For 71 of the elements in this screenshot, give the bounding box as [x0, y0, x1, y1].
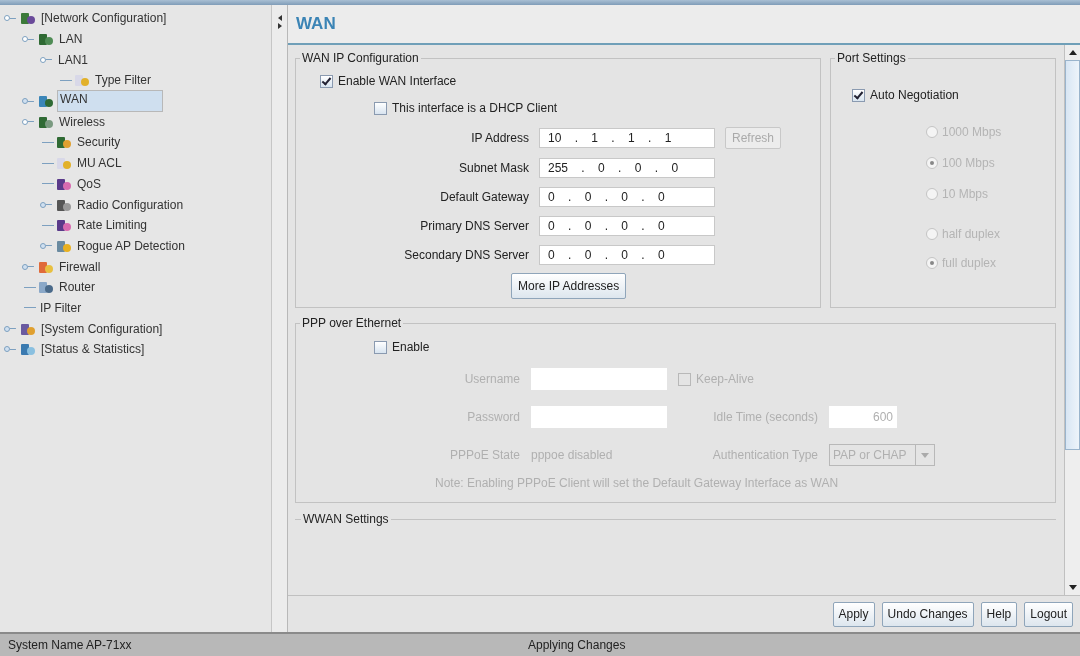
scrollbar[interactable]: [1064, 45, 1080, 595]
tree-item[interactable]: QoS: [75, 175, 103, 192]
more-ip-addresses-button[interactable]: More IP Addresses: [511, 273, 627, 299]
checkbox-label: Enable: [392, 340, 430, 354]
tree-item[interactable]: LAN: [57, 31, 85, 48]
scroll-up-icon[interactable]: [1068, 50, 1077, 55]
tree-expander-icon[interactable]: [4, 346, 16, 353]
scrollbar-thumb[interactable]: [1065, 60, 1080, 450]
tree-item[interactable]: WAN: [57, 90, 163, 113]
tree-node-icon: [74, 72, 90, 89]
tree-item[interactable]: Firewall: [57, 258, 103, 275]
checkbox-label: Auto Negotiation: [870, 88, 959, 102]
tree-expander-icon[interactable]: [40, 201, 52, 208]
checkbox[interactable]: [374, 101, 387, 115]
group-title: WAN IP Configuration: [301, 51, 420, 65]
tree-node-icon: [56, 134, 72, 151]
tree-node-icon: [38, 93, 54, 110]
tree-item[interactable]: Wireless: [57, 113, 107, 130]
dropdown-caret-icon: [921, 452, 929, 458]
action-button[interactable]: Apply: [832, 601, 875, 627]
status-message: Applying Changes: [528, 638, 627, 652]
tree-node-icon: [20, 341, 36, 358]
tree-expander-icon[interactable]: [22, 263, 34, 270]
ip-input-field[interactable]: 255 . 0 . 0 . 0: [539, 158, 715, 178]
ip-input-field[interactable]: 10 . 1 . 1 . 1: [539, 128, 715, 148]
tree-node-icon: [20, 10, 36, 27]
field-label: IP Address: [470, 131, 529, 145]
tree-item[interactable]: Security: [75, 134, 123, 151]
ip-input-field[interactable]: 0 . 0 . 0 . 0: [539, 187, 715, 207]
tree-item[interactable]: [System Configuration]: [39, 320, 165, 337]
tree-item[interactable]: Radio Configuration: [75, 196, 186, 213]
tree-item[interactable]: Router: [57, 279, 98, 296]
tree-expander-icon[interactable]: [40, 56, 52, 63]
action-button[interactable]: Undo Changes: [881, 601, 974, 627]
tree-expander-icon[interactable]: [4, 325, 16, 332]
group-title: Port Settings: [836, 51, 907, 65]
tree-item[interactable]: Type Filter: [93, 72, 153, 89]
tree-item[interactable]: Rogue AP Detection: [75, 237, 187, 254]
field-label: Subnet Mask: [457, 161, 529, 175]
action-button[interactable]: Help: [980, 601, 1018, 627]
collapse-arrows-icon[interactable]: [276, 15, 283, 29]
field-label: Primary DNS Server: [419, 219, 529, 233]
page-title: WAN: [296, 14, 336, 34]
group-title: WWAN Settings: [301, 512, 391, 526]
checkbox-label: Enable WAN Interface: [338, 74, 457, 88]
tree-item[interactable]: IP Filter: [38, 299, 84, 316]
group-title: PPP over Ethernet: [301, 316, 403, 330]
tree-item[interactable]: MU ACL: [75, 155, 124, 172]
field-label: Default Gateway: [439, 190, 529, 204]
action-button[interactable]: Logout: [1024, 601, 1073, 627]
tree-item[interactable]: Rate Limiting: [75, 217, 150, 234]
tree-node-icon: [38, 279, 54, 296]
tree-item[interactable]: LAN1: [56, 51, 91, 68]
tree-item[interactable]: [Status & Statistics]: [39, 341, 147, 358]
scroll-down-icon[interactable]: [1068, 585, 1077, 590]
ip-input-field[interactable]: 0 . 0 . 0 . 0: [539, 216, 715, 236]
tree-item[interactable]: [Network Configuration]: [39, 10, 169, 27]
checkbox-label: This interface is a DHCP Client: [392, 101, 558, 115]
field-label: Secondary DNS Server: [403, 248, 529, 262]
tree-expander-icon[interactable]: [22, 36, 34, 43]
tree-expander-icon[interactable]: [4, 15, 16, 22]
checkbox[interactable]: [320, 74, 333, 88]
checkbox[interactable]: [852, 88, 865, 102]
tree-node-icon: [56, 217, 72, 234]
system-name-text: System Name AP-71xx: [8, 638, 133, 652]
ip-input-field[interactable]: 0 . 0 . 0 . 0: [539, 245, 715, 265]
tree-expander-icon[interactable]: [22, 118, 34, 125]
tree-node-icon: [56, 155, 72, 172]
tree-expander-icon[interactable]: [22, 98, 34, 105]
tree-expander-icon[interactable]: [40, 242, 52, 249]
tree-node-icon: [38, 31, 54, 48]
